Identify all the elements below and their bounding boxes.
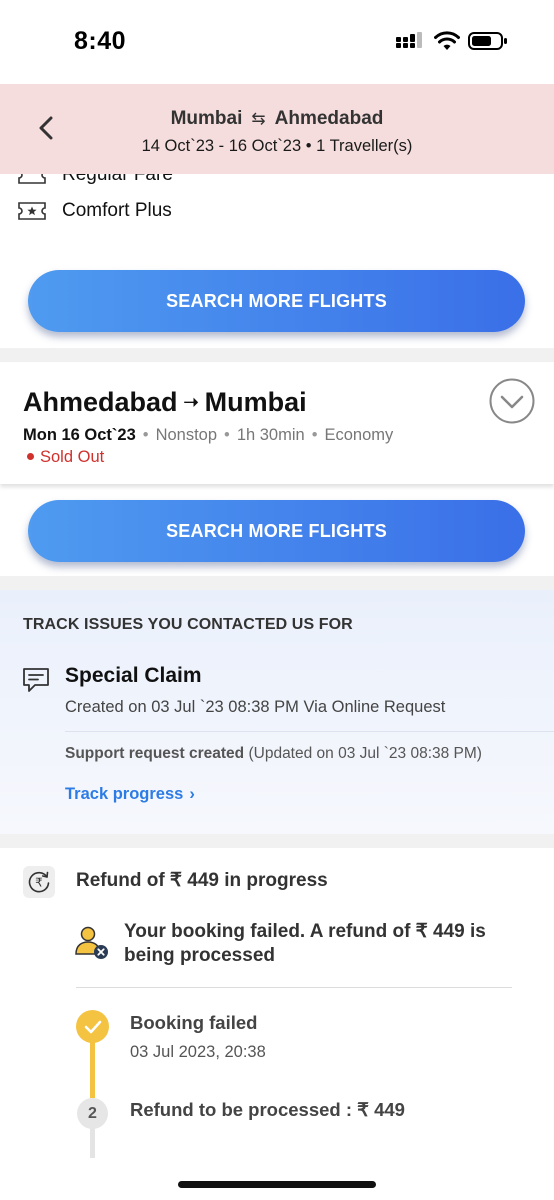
route-title: Mumbai ⇆ Ahmedabad	[0, 108, 554, 130]
chevron-right-icon: ›	[189, 785, 195, 803]
svg-text:₹: ₹	[35, 876, 43, 890]
chevron-down-icon[interactable]	[489, 378, 535, 424]
track-progress-label: Track progress	[65, 785, 184, 803]
flight-route-title: Ahmedabad ➝ Mumbai	[23, 387, 307, 418]
flight-stops: Nonstop	[155, 426, 218, 444]
destination-city: Ahmedabad	[274, 108, 384, 129]
swap-icon: ⇆	[251, 109, 266, 128]
ticket-star-icon	[18, 202, 46, 220]
timeline-step-date: 03 Jul 2023, 20:38	[130, 1043, 266, 1061]
flight-cabin: Economy	[324, 426, 394, 444]
timeline-step-title: Refund to be processed : ₹ 449	[130, 1099, 405, 1120]
trip-header: Mumbai ⇆ Ahmedabad 14 Oct`23 - 16 Oct`23 •…	[0, 84, 554, 174]
battery-icon	[468, 32, 507, 50]
status-bar: 8:40	[0, 0, 554, 84]
claim-title: Special Claim	[65, 664, 202, 687]
timeline-step-number: 2	[77, 1098, 108, 1129]
status-time: 8:40	[74, 27, 127, 55]
refund-title: Refund of ₹ 449 in progress	[76, 870, 328, 891]
user-cancel-icon	[75, 926, 108, 959]
support-status: Support request created (Updated on 03 J…	[65, 745, 482, 763]
refund-message: Your booking failed. A refund of ₹ 449 i…	[124, 921, 486, 966]
section-divider	[0, 348, 554, 362]
timeline-connector	[90, 1128, 95, 1158]
refund-rupee-icon: ₹	[23, 866, 55, 898]
search-more-flights-button[interactable]: SEARCH MORE FLIGHTS	[28, 500, 525, 562]
support-status-label: Support request created	[65, 745, 245, 762]
chat-icon	[23, 668, 49, 692]
trip-summary: 14 Oct`23 - 16 Oct`23 • 1 Traveller(s)	[141, 137, 413, 155]
claim-created-date: Created on 03 Jul `23 08:38 PM Via Onlin…	[65, 698, 446, 716]
track-issues-section: TRACK ISSUES YOU CONTACTED US FOR Specia…	[0, 590, 554, 834]
origin-city: Mumbai	[170, 108, 243, 129]
flight-duration: 1h 30min	[236, 426, 305, 444]
timeline-step-title: Booking failed	[130, 1012, 258, 1033]
search-more-flights-button[interactable]: SEARCH MORE FLIGHTS	[28, 270, 525, 332]
check-icon	[84, 1020, 101, 1033]
arrow-right-icon: ➝	[183, 392, 199, 412]
track-issues-heading: TRACK ISSUES YOU CONTACTED US FOR	[23, 616, 353, 633]
signal-icon	[396, 32, 422, 48]
traveller-count: 1 Traveller(s)	[316, 137, 413, 155]
fare-option-comfort-plus[interactable]: Comfort Plus	[18, 200, 172, 222]
status-dot	[27, 453, 34, 460]
support-updated: (Updated on 03 Jul `23 08:38 PM)	[248, 745, 482, 762]
flight-date: Mon 16 Oct`23	[23, 426, 136, 444]
flight-destination: Mumbai	[204, 387, 307, 417]
sold-out-label: Sold Out	[40, 448, 105, 466]
return-flight-card[interactable]: Ahmedabad ➝ Mumbai Mon 16 Oct`23 • Nonstop • 1…	[0, 362, 554, 484]
flight-details: Mon 16 Oct`23 • Nonstop • 1h 30min • Economy	[23, 426, 394, 444]
section-divider	[0, 834, 554, 848]
fare-label: Comfort Plus	[62, 200, 172, 221]
wifi-icon	[434, 31, 460, 50]
divider	[65, 731, 554, 732]
timeline-step-done	[76, 1010, 109, 1043]
track-progress-link[interactable]: Track progress ›	[65, 785, 195, 804]
divider	[76, 987, 512, 988]
sold-out-badge: Sold Out	[27, 448, 104, 467]
section-divider	[0, 576, 554, 590]
home-indicator[interactable]	[178, 1181, 376, 1188]
flight-origin: Ahmedabad	[23, 387, 178, 417]
trip-dates: 14 Oct`23 - 16 Oct`23	[141, 137, 302, 155]
